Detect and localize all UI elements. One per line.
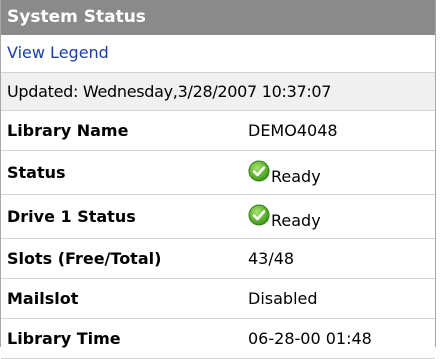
library-name-value-cell: DEMO4048 bbox=[248, 111, 338, 150]
mailslot-label: Mailslot bbox=[7, 289, 79, 308]
status-value: Ready bbox=[271, 167, 321, 186]
library-time-label: Library Time bbox=[7, 329, 121, 348]
drive1-status-label: Drive 1 Status bbox=[7, 207, 136, 226]
slots-value-cell: 43/48 bbox=[248, 239, 294, 278]
drive1-status-row: Drive 1 Status Ready bbox=[1, 195, 435, 239]
slots-value: 43/48 bbox=[248, 249, 295, 268]
system-status-panel: System Status View Legend Updated: Wedne… bbox=[0, 0, 436, 359]
slots-label: Slots (Free/Total) bbox=[7, 249, 162, 268]
slots-row: Slots (Free/Total) 43/48 bbox=[1, 239, 435, 279]
library-name-label: Library Name bbox=[7, 121, 129, 140]
green-check-icon bbox=[248, 204, 270, 226]
legend-row: View Legend bbox=[1, 35, 435, 73]
library-time-value: 06-28-00 01:48 bbox=[248, 329, 372, 348]
mailslot-value: Disabled bbox=[248, 289, 318, 308]
status-row: Status Ready bbox=[1, 151, 435, 195]
library-name-value: DEMO4048 bbox=[248, 121, 338, 140]
view-legend-link[interactable]: View Legend bbox=[7, 43, 109, 62]
mailslot-value-cell: Disabled bbox=[248, 279, 318, 318]
updated-timestamp: Updated: Wednesday,3/28/2007 10:37:07 bbox=[1, 73, 435, 111]
library-time-row: Library Time 06-28-00 01:48 bbox=[1, 319, 435, 359]
library-name-row: Library Name DEMO4048 bbox=[1, 111, 435, 151]
drive1-status-value-cell: Ready bbox=[248, 195, 321, 238]
green-check-icon bbox=[248, 160, 270, 182]
panel-title: System Status bbox=[1, 0, 435, 35]
status-value-cell: Ready bbox=[248, 151, 321, 194]
mailslot-row: Mailslot Disabled bbox=[1, 279, 435, 319]
library-time-value-cell: 06-28-00 01:48 bbox=[248, 319, 372, 358]
drive1-status-value: Ready bbox=[271, 211, 321, 230]
status-label: Status bbox=[7, 163, 66, 182]
